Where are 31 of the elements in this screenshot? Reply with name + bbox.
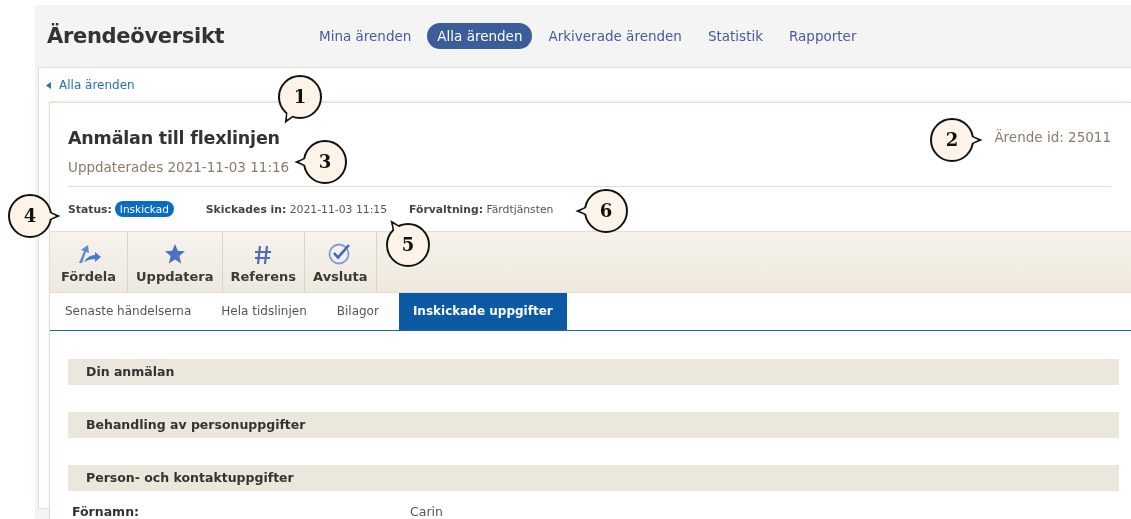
department-text: Förvaltning: Färdtjänsten (409, 202, 554, 216)
status-badge: Inskickad (114, 201, 174, 217)
submitted-time: Skickades in: 2021-11-03 11:15 (205, 202, 388, 216)
case-title: Anmälan till flexlinjen (68, 128, 280, 148)
callout-bubble: 1 (268, 65, 332, 129)
callout-bubble: 5 (376, 213, 440, 277)
callout-bubble: 3 (293, 130, 357, 194)
hash-icon (254, 245, 273, 265)
nav-tab[interactable]: Rapporter (779, 23, 867, 49)
back-caret-icon (46, 81, 51, 89)
content-tab[interactable]: Bilagor (326, 293, 389, 330)
nav-tab[interactable]: Arkiverade ärenden (538, 23, 692, 49)
section-header: Din anmälan (68, 359, 1119, 385)
callout-bubble: 2 (920, 108, 984, 172)
callout-bubble: 6 (574, 179, 638, 243)
content-tab[interactable]: Hela tidslinjen (211, 293, 317, 330)
content-tab[interactable]: Inskickade uppgifter (398, 293, 567, 330)
check-circle-icon (328, 241, 353, 265)
field-value: Carin (410, 504, 443, 519)
page-title: Ärendeöversikt (47, 24, 226, 48)
star-icon (163, 243, 186, 265)
section-header: Behandling av personuppgifter (68, 412, 1119, 438)
nav-tab[interactable]: Statistik (697, 23, 773, 49)
field-label: Förnamn: (71, 504, 141, 519)
nav-tab[interactable]: Alla ärenden (427, 23, 533, 49)
nav-tab[interactable]: Mina ärenden (309, 23, 422, 49)
section-header: Person- och kontaktuppgifter (68, 465, 1119, 491)
breadcrumb-link[interactable]: Alla ärenden (59, 78, 135, 92)
status-label: Status: (68, 202, 112, 216)
case-id: Ärende id: 25011 (994, 129, 1111, 145)
content-tab[interactable]: Senaste händelserna (55, 293, 202, 330)
